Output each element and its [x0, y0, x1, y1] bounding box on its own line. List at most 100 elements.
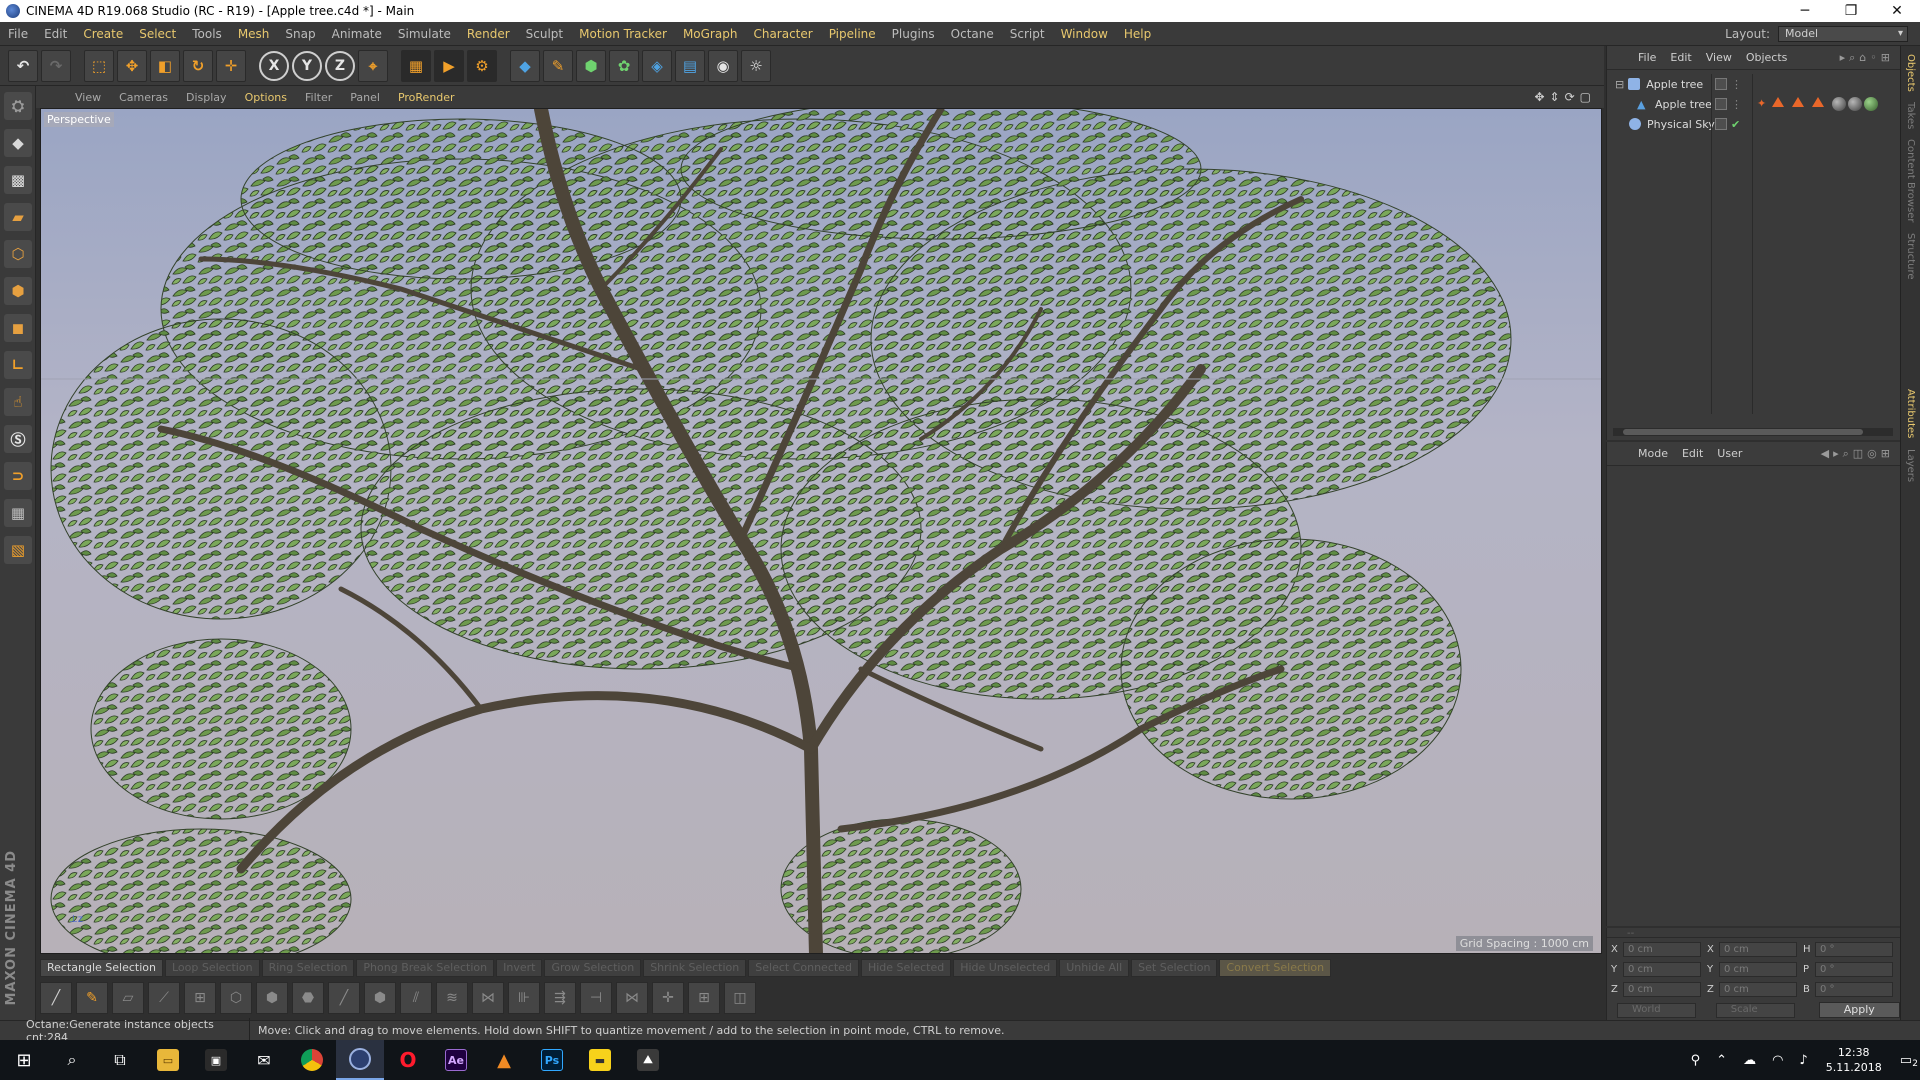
tab-attributes[interactable]: Attributes	[1905, 389, 1916, 438]
polygons-mode-icon[interactable]: ◼	[4, 314, 32, 342]
triangulate-icon[interactable]: ◫	[724, 982, 756, 1014]
viewport-menu-view[interactable]: View	[66, 91, 110, 104]
set-point-value-icon[interactable]: ⋈	[616, 982, 648, 1014]
people-icon[interactable]: ⚲	[1691, 1053, 1701, 1068]
object-flags[interactable]: ⋮	[1715, 77, 1742, 91]
y-axis-lock-icon[interactable]: Y	[292, 50, 322, 81]
subdivision-surface-icon[interactable]: ⬢	[576, 49, 606, 82]
object-menu-file[interactable]: File	[1631, 51, 1663, 64]
z-axis-lock-icon[interactable]: Z	[325, 50, 355, 81]
axis-mode-icon[interactable]: ∟	[4, 351, 32, 379]
menu-pipeline[interactable]: Pipeline	[821, 27, 884, 41]
menu-motion-tracker[interactable]: Motion Tracker	[571, 27, 675, 41]
photos-button[interactable]: ⛰	[624, 1040, 672, 1080]
viewport-menu-display[interactable]: Display	[177, 91, 236, 104]
material-tag-icon[interactable]	[1792, 97, 1805, 107]
taskbar-clock[interactable]: 12:38 5.11.2018	[1826, 1045, 1882, 1075]
cinema4d-taskbar-button[interactable]	[336, 1040, 384, 1080]
object-row[interactable]: Physical Sky ✔	[1607, 114, 1901, 134]
menu-tools[interactable]: Tools	[184, 27, 230, 41]
extrude-inner-icon[interactable]: ⊞	[184, 982, 216, 1014]
attribute-manager-toolbar-icons[interactable]: ◀▸⌕◫◎⊞	[1821, 447, 1900, 461]
hide-unselected-button[interactable]: Hide Unselected	[953, 959, 1058, 977]
size-x-field[interactable]: 0 cm	[1719, 941, 1797, 957]
position-z-field[interactable]: 0 cm	[1623, 981, 1701, 997]
rotate-tool-icon[interactable]: ↻	[183, 49, 213, 82]
render-settings-icon[interactable]: ⚙	[467, 49, 497, 82]
volume-icon[interactable]: ♪	[1799, 1053, 1807, 1068]
menu-file[interactable]: File	[0, 27, 36, 41]
menu-character[interactable]: Character	[745, 27, 820, 41]
menu-snap[interactable]: Snap	[277, 27, 323, 41]
opera-button[interactable]: O	[384, 1040, 432, 1080]
model-mode-icon[interactable]: ◆	[4, 129, 32, 157]
object-row[interactable]: ▲ Apple tree ⋮ ✦	[1607, 94, 1901, 114]
mirror-icon[interactable]: ⊣	[580, 982, 612, 1014]
snapping-magnet-icon[interactable]: ⊃	[4, 462, 32, 490]
texture-mode-icon[interactable]: ▩	[4, 166, 32, 194]
viewport-menu-filter[interactable]: Filter	[296, 91, 341, 104]
material-tag-icon[interactable]	[1772, 97, 1785, 107]
object-manager-scrollbar[interactable]	[1613, 428, 1893, 436]
scale-mode-dropdown[interactable]: Scale	[1715, 1002, 1795, 1018]
live-selection-icon[interactable]: ⬚	[84, 49, 114, 82]
material-ball-icon[interactable]	[1864, 97, 1879, 111]
tab-objects[interactable]: Objects	[1905, 54, 1916, 92]
brush-icon[interactable]: ✎	[76, 982, 108, 1014]
vlc-button[interactable]: ▲	[480, 1040, 528, 1080]
position-x-field[interactable]: 0 cm	[1623, 941, 1701, 957]
tab-takes[interactable]: Takes	[1905, 102, 1916, 129]
solo-mode-icon[interactable]: Ⓢ	[4, 425, 32, 453]
render-picture-viewer-icon[interactable]: ▶	[434, 49, 464, 82]
points-mode-icon[interactable]: ⬡	[4, 240, 32, 268]
after-effects-button[interactable]: Ae	[432, 1040, 480, 1080]
action-center-icon[interactable]: ▭ 2	[1900, 1053, 1918, 1069]
menu-mesh[interactable]: Mesh	[230, 27, 278, 41]
object-manager-toolbar-icons[interactable]: ▸⌕⌂◦⊞	[1840, 51, 1900, 65]
attribute-menu-mode[interactable]: Mode	[1631, 447, 1675, 460]
iron-icon[interactable]: ⊪	[508, 982, 540, 1014]
object-name[interactable]: Apple tree	[1655, 98, 1712, 111]
photoshop-button[interactable]: Ps	[528, 1040, 576, 1080]
attribute-menu-edit[interactable]: Edit	[1675, 447, 1710, 460]
subdivide-icon[interactable]: ⊞	[688, 982, 720, 1014]
sticky-notes-button[interactable]: ▬	[576, 1040, 624, 1080]
tag-icon[interactable]: ✦	[1757, 97, 1766, 111]
attribute-menu-user[interactable]: User	[1710, 447, 1749, 460]
viewport-menu-prorender[interactable]: ProRender	[389, 91, 464, 104]
tab-structure[interactable]: Structure	[1905, 233, 1916, 280]
material-ball-icon[interactable]	[1832, 97, 1847, 111]
material-ball-icon[interactable]	[1848, 97, 1863, 111]
search-button[interactable]: ⌕	[48, 1040, 96, 1080]
spline-pen-icon[interactable]: ✎	[543, 49, 573, 82]
object-menu-objects[interactable]: Objects	[1739, 51, 1795, 64]
workplane-mode-icon[interactable]: ▰	[4, 203, 32, 231]
recent-tools-icon[interactable]: ✛	[216, 49, 246, 82]
material-tag-icon[interactable]	[1812, 97, 1825, 107]
chrome-button[interactable]	[288, 1040, 336, 1080]
position-y-field[interactable]: 0 cm	[1623, 961, 1701, 977]
make-editable-icon[interactable]: ⛭	[4, 92, 32, 120]
loop-selection-button[interactable]: Loop Selection	[165, 959, 260, 977]
bridge-icon[interactable]: ⬢	[256, 982, 288, 1014]
restore-button[interactable]: ❐	[1828, 3, 1874, 19]
world-mode-dropdown[interactable]: World	[1617, 1002, 1696, 1018]
spin-edge-icon[interactable]: ✛	[652, 982, 684, 1014]
rectangle-selection-button[interactable]: Rectangle Selection	[40, 959, 163, 977]
object-menu-view[interactable]: View	[1699, 51, 1739, 64]
x-axis-lock-icon[interactable]: X	[259, 50, 289, 81]
stitch-and-sew-icon[interactable]: ≋	[436, 982, 468, 1014]
tray-overflow-icon[interactable]: ⌃	[1716, 1053, 1727, 1068]
size-y-field[interactable]: 0 cm	[1719, 961, 1797, 977]
line-cut-icon[interactable]: ╱	[40, 982, 72, 1014]
object-name[interactable]: Apple tree	[1646, 78, 1703, 91]
menu-mograph[interactable]: MoGraph	[675, 27, 746, 41]
move-tool-icon[interactable]: ✥	[117, 49, 147, 82]
render-view-icon[interactable]: ▦	[401, 49, 431, 82]
camera-icon[interactable]: ◉	[708, 49, 738, 82]
rotation-b-field[interactable]: 0 °	[1815, 981, 1893, 997]
convert-selection-button[interactable]: Convert Selection	[1219, 959, 1332, 977]
object-flags[interactable]: ✔	[1715, 117, 1740, 131]
apply-button[interactable]: Apply	[1818, 1002, 1901, 1018]
task-view-button[interactable]: ⧉	[96, 1040, 144, 1080]
